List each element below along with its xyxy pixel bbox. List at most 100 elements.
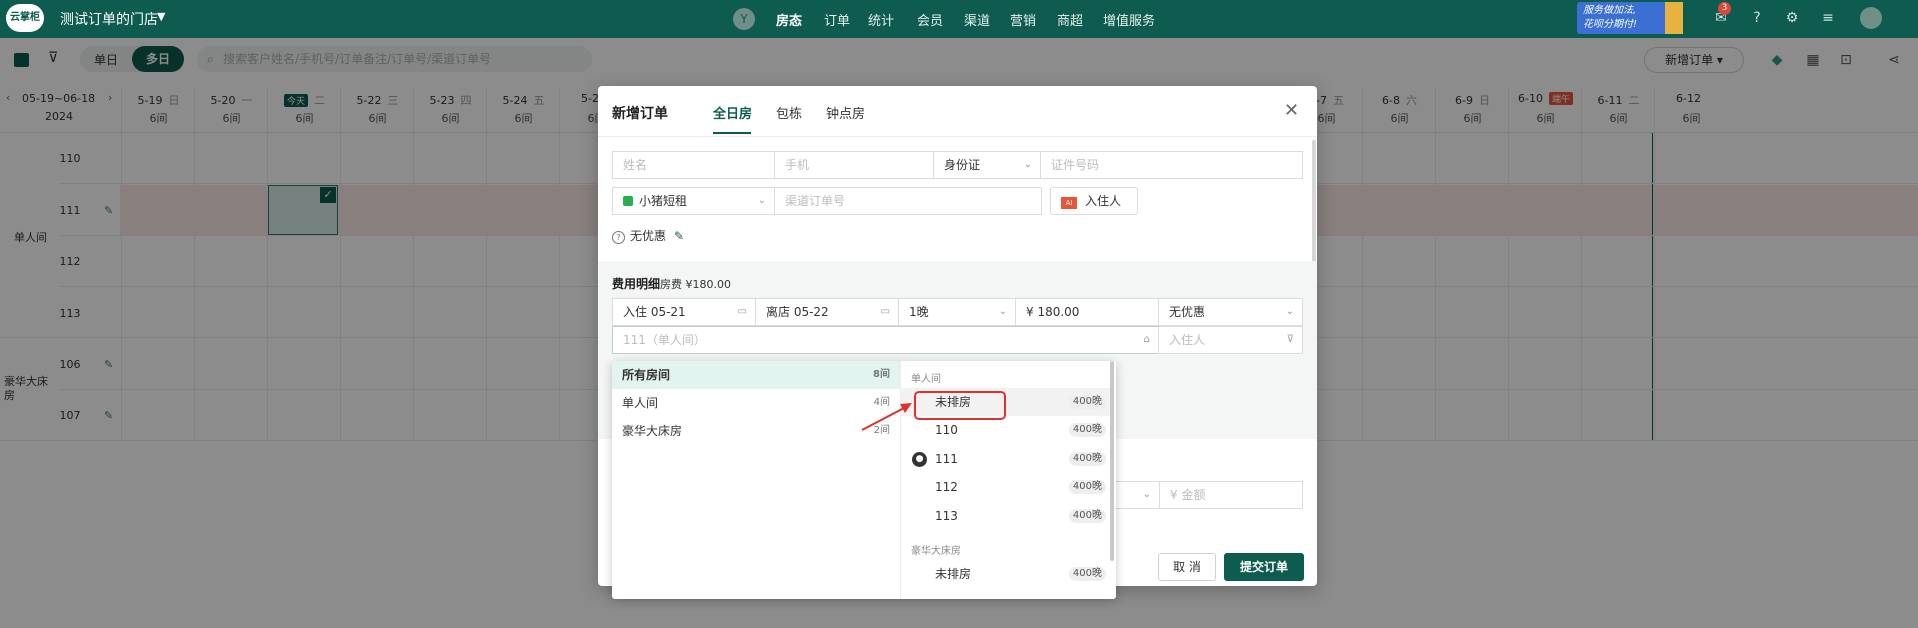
- store-name[interactable]: 测试订单的门店: [60, 9, 158, 29]
- channel-order-input[interactable]: 渠道订单号: [774, 187, 1042, 215]
- room-status-page: 云掌柜 测试订单的门店 ▼ Y 房态 订单 统计 会员 渠道 营销 商超 增值服…: [0, 0, 1918, 628]
- amount-placeholder: ¥ 金额: [1170, 488, 1206, 502]
- edit-icon[interactable]: ✎: [674, 229, 684, 243]
- top-navbar: 云掌柜 测试订单的门店 ▼ Y 房态 订单 统计 会员 渠道 营销 商超 增值服…: [0, 0, 1918, 38]
- id-placeholder: 证件号码: [1051, 158, 1100, 172]
- price-input[interactable]: ¥ 180.00: [1015, 298, 1159, 326]
- chevron-down-icon: ⌄: [757, 195, 766, 206]
- nav-marketing[interactable]: 营销: [1010, 10, 1036, 29]
- room-label: 110: [935, 423, 958, 437]
- channel-select[interactable]: 小猪短租 ⌄: [612, 187, 775, 215]
- submit-order-button[interactable]: 提交订单: [1224, 553, 1304, 581]
- calendar-icon: ▭: [737, 306, 747, 317]
- room-item-110[interactable]: 110 400晚: [901, 416, 1112, 444]
- cancel-button[interactable]: 取 消: [1158, 553, 1216, 581]
- channel-order-placeholder: 渠道订单号: [785, 194, 846, 208]
- id-type-value: 身份证: [944, 158, 981, 172]
- name-input[interactable]: 姓名: [612, 151, 775, 179]
- room-placeholder: 111（单人间）: [623, 333, 706, 347]
- room-nights-badge: 400晚: [1068, 452, 1106, 466]
- name-placeholder: 姓名: [623, 158, 648, 172]
- room-item-112[interactable]: 112 400晚: [901, 473, 1112, 501]
- room-nights-badge: 400晚: [1068, 423, 1106, 437]
- occupied-user-icon: ●: [912, 452, 927, 467]
- fee-title: 费用明细: [612, 277, 661, 291]
- room-type-list: 所有房间 8间 单人间 4间 豪华大床房 2间: [612, 361, 901, 599]
- fee-summary: 房费 ¥180.00: [660, 278, 731, 291]
- room-item-unassigned-deluxe[interactable]: 未排房 400晚: [901, 560, 1112, 588]
- nav-room-status[interactable]: 房态: [776, 10, 802, 29]
- id-number-input[interactable]: 证件号码: [1040, 151, 1303, 179]
- add-guest-button[interactable]: AI 入住人: [1050, 187, 1138, 215]
- menu-icon[interactable]: ≡: [1819, 9, 1837, 27]
- channel-value: 小猪短租: [639, 194, 688, 208]
- room-label: 111: [935, 452, 958, 466]
- checkout-date-picker[interactable]: 离店 05-22 ▭: [755, 298, 899, 326]
- room-nights-badge: 400晚: [1068, 567, 1106, 581]
- discount-select[interactable]: 无优惠 ⌄: [1158, 298, 1303, 326]
- chevron-down-icon: ⌄: [998, 306, 1007, 317]
- active-tab-underline: [713, 132, 751, 134]
- help-icon[interactable]: ?: [612, 231, 625, 244]
- room-type-label: 豪华大床房: [622, 424, 683, 438]
- room-item-113[interactable]: 113 400晚: [901, 502, 1112, 530]
- room-type-count: 8间: [873, 369, 890, 380]
- guest-select[interactable]: 入住人 ⊽: [1158, 326, 1303, 354]
- nav-stats[interactable]: 统计: [868, 10, 894, 29]
- nav-members[interactable]: 会员: [917, 10, 943, 29]
- room-type-label: 单人间: [622, 396, 659, 410]
- id-type-select[interactable]: 身份证 ⌄: [933, 151, 1041, 179]
- room-select-input[interactable]: 111（单人间） ⌂: [612, 326, 1159, 354]
- checkout-value: 离店 05-22: [766, 305, 829, 319]
- nights-select[interactable]: 1晚 ⌄: [898, 298, 1016, 326]
- avatar[interactable]: [1860, 7, 1882, 29]
- app-logo[interactable]: 云掌柜: [6, 4, 44, 32]
- room-type-item-deluxe[interactable]: 豪华大床房 2间: [612, 417, 900, 445]
- notification-badge: 3: [1718, 2, 1731, 15]
- promo-decoration: [1665, 2, 1683, 34]
- phone-placeholder: 手机: [785, 158, 810, 172]
- calendar-icon: ▭: [880, 306, 890, 317]
- promo-line1: 服务做加法,: [1583, 5, 1637, 16]
- phone-input[interactable]: 手机: [774, 151, 934, 179]
- close-icon[interactable]: ✕: [1284, 100, 1299, 121]
- room-type-label: 所有房间: [622, 368, 671, 382]
- room-item-111[interactable]: ● 111 400晚: [901, 445, 1112, 473]
- nav-orders[interactable]: 订单: [824, 10, 850, 29]
- channel-color-icon: [623, 196, 633, 206]
- nav-channels[interactable]: 渠道: [964, 10, 990, 29]
- room-group-label: 单人间: [911, 374, 941, 385]
- checkin-date-picker[interactable]: 入住 05-21 ▭: [612, 298, 756, 326]
- tab-whole-building[interactable]: 包栋: [776, 103, 802, 122]
- discount-row: ? 无优惠 ✎: [612, 227, 684, 244]
- tab-full-day[interactable]: 全日房: [713, 103, 752, 122]
- room-nights-badge: 400晚: [1068, 395, 1106, 409]
- add-guest-label: 入住人: [1085, 194, 1122, 208]
- room-nights-badge: 400晚: [1068, 480, 1106, 494]
- room-type-item-all[interactable]: 所有房间 8间: [612, 361, 900, 389]
- dropdown-scrollbar[interactable]: [1110, 361, 1114, 561]
- room-type-item-single[interactable]: 单人间 4间: [612, 389, 900, 417]
- chevron-down-icon: ⌄: [1285, 306, 1294, 317]
- room-label: 112: [935, 480, 958, 494]
- amount-input[interactable]: ¥ 金额: [1159, 481, 1303, 509]
- chevron-down-icon: ⌄: [1023, 159, 1032, 170]
- gear-icon[interactable]: ⚙: [1783, 9, 1801, 27]
- annotation-arrow: [861, 403, 912, 431]
- guest-placeholder: 入住人: [1169, 333, 1206, 347]
- promo-banner[interactable]: 服务做加法, 花呗分期付!: [1577, 2, 1683, 34]
- annotation-arrow-head: [900, 403, 912, 413]
- discount-label: 无优惠: [630, 229, 667, 243]
- room-label: 未排房: [935, 567, 972, 581]
- nights-value: 1晚: [909, 305, 929, 319]
- price-value: ¥ 180.00: [1026, 305, 1080, 319]
- annotation-arrow-line: [861, 407, 905, 431]
- help-icon[interactable]: ?: [1748, 9, 1766, 27]
- modal-title: 新增订单: [612, 106, 668, 122]
- nav-shop[interactable]: 商超: [1057, 10, 1083, 29]
- nav-value-added[interactable]: 增值服务: [1103, 10, 1155, 29]
- room-group-label: 豪华大床房: [911, 546, 961, 557]
- chevron-down-icon[interactable]: ▼: [157, 10, 165, 23]
- tab-hourly[interactable]: 钟点房: [826, 103, 865, 122]
- divider: [598, 136, 1317, 137]
